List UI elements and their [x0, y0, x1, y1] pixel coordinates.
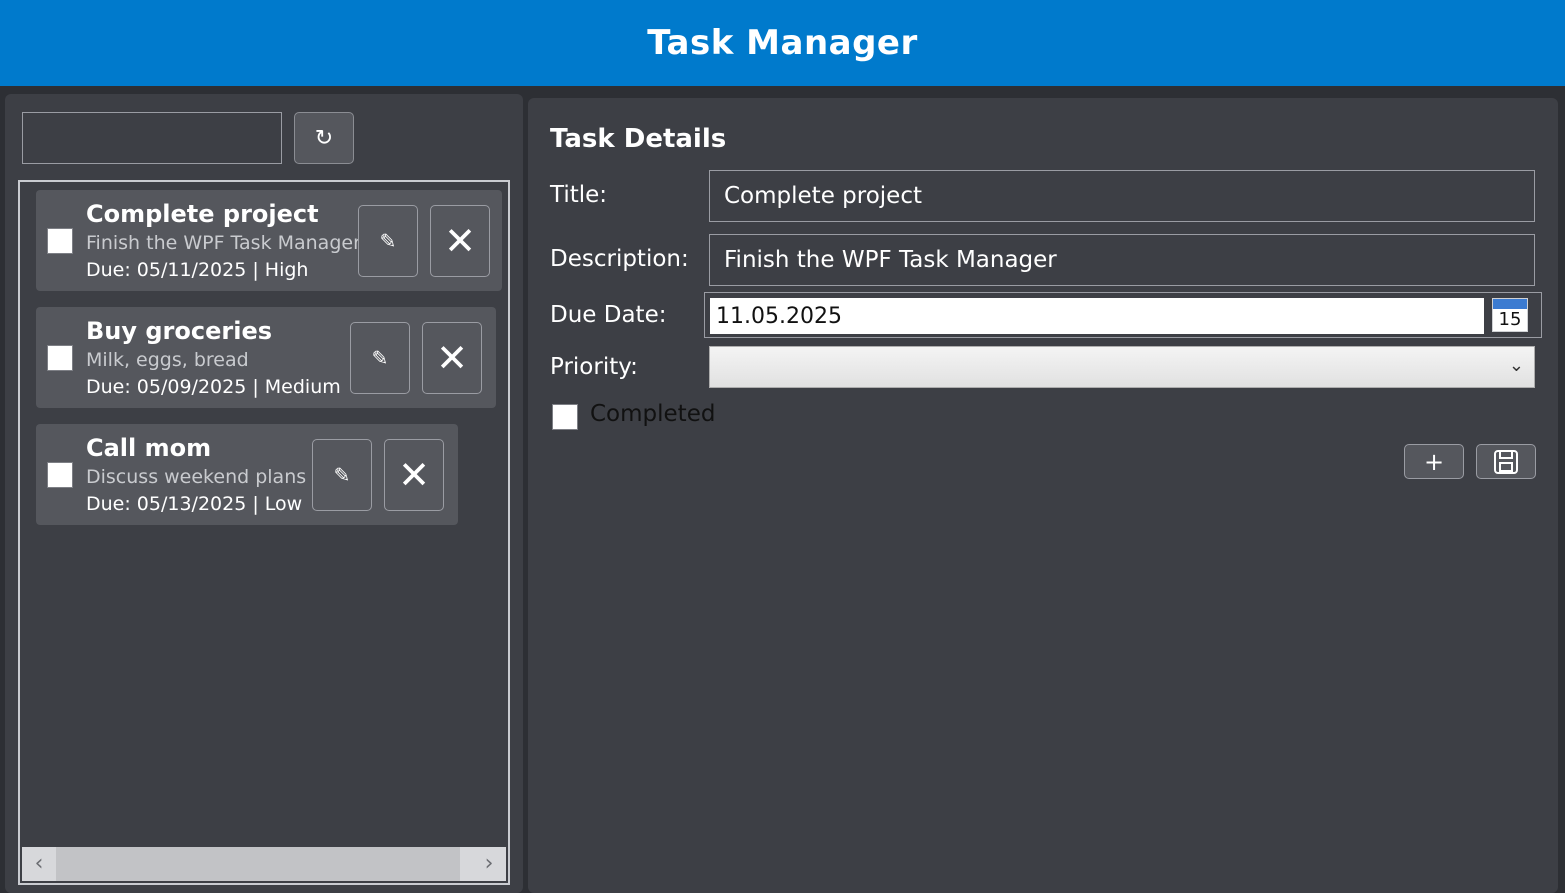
scroll-left-icon[interactable]: ‹ — [26, 851, 52, 877]
close-icon: ✕ — [444, 219, 476, 263]
edit-task-button[interactable]: ✎ — [312, 439, 372, 511]
due-date-field[interactable]: 11.05.2025 — [710, 298, 1484, 334]
description-field[interactable]: Finish the WPF Task Manager — [709, 234, 1535, 286]
edit-task-button[interactable]: ✎ — [358, 205, 418, 277]
add-task-button[interactable]: + — [1404, 444, 1464, 479]
save-task-button[interactable] — [1476, 444, 1536, 479]
task-due: Due: 05/11/2025 | High — [86, 259, 309, 281]
task-description: Finish the WPF Task Manager — [86, 232, 361, 254]
task-title: Call mom — [86, 434, 212, 462]
close-icon: ✕ — [436, 336, 468, 380]
task-due: Due: 05/09/2025 | Medium — [86, 376, 341, 398]
refresh-button[interactable]: ↻ — [294, 112, 354, 164]
task-description: Discuss weekend plans — [86, 466, 307, 488]
calendar-day: 15 — [1498, 309, 1522, 330]
task-complete-checkbox[interactable] — [47, 228, 73, 254]
delete-task-button[interactable]: ✕ — [384, 439, 444, 511]
scrollbar-thumb[interactable] — [56, 847, 460, 881]
save-icon — [1494, 449, 1518, 474]
close-icon: ✕ — [398, 453, 430, 497]
task-complete-checkbox[interactable] — [47, 462, 73, 488]
details-heading: Task Details — [550, 124, 727, 154]
title-label: Title: — [550, 182, 608, 208]
chevron-down-icon: ⌄ — [1508, 355, 1524, 376]
pencil-icon: ✎ — [333, 463, 351, 487]
task-list[interactable]: Complete project Finish the WPF Task Man… — [18, 180, 510, 885]
task-title: Buy groceries — [86, 317, 273, 345]
priority-label: Priority: — [550, 354, 638, 380]
refresh-icon: ↻ — [314, 125, 334, 151]
task-due: Due: 05/13/2025 | Low — [86, 493, 303, 515]
task-description: Milk, eggs, bread — [86, 349, 249, 371]
task-complete-checkbox[interactable] — [47, 345, 73, 371]
completed-checkbox[interactable] — [552, 404, 578, 430]
plus-icon: + — [1423, 447, 1445, 476]
task-item[interactable]: Call mom Discuss weekend plans Due: 05/1… — [36, 424, 458, 525]
description-label: Description: — [550, 246, 689, 272]
app-title: Task Manager — [647, 23, 918, 63]
search-input[interactable] — [22, 112, 282, 164]
task-details-panel: Task Details Title: Complete project Des… — [528, 98, 1558, 893]
app-header: Task Manager — [0, 0, 1565, 86]
delete-task-button[interactable]: ✕ — [422, 322, 482, 394]
due-date-picker[interactable]: 11.05.2025 15 — [704, 292, 1542, 338]
completed-label: Completed — [590, 401, 716, 427]
task-item[interactable]: Complete project Finish the WPF Task Man… — [36, 190, 502, 291]
task-title: Complete project — [86, 200, 319, 228]
horizontal-scrollbar[interactable]: ‹ › — [22, 847, 506, 881]
pencil-icon: ✎ — [371, 346, 389, 370]
calendar-icon[interactable]: 15 — [1492, 298, 1528, 332]
edit-task-button[interactable]: ✎ — [350, 322, 410, 394]
task-item[interactable]: Buy groceries Milk, eggs, bread Due: 05/… — [36, 307, 496, 408]
priority-select[interactable]: ⌄ — [709, 346, 1535, 388]
delete-task-button[interactable]: ✕ — [430, 205, 490, 277]
title-field[interactable]: Complete project — [709, 170, 1535, 222]
task-list-panel: ↻ Complete project Finish the WPF Task M… — [5, 94, 523, 893]
pencil-icon: ✎ — [379, 229, 397, 253]
scroll-right-icon[interactable]: › — [476, 851, 502, 877]
due-date-label: Due Date: — [550, 302, 667, 328]
